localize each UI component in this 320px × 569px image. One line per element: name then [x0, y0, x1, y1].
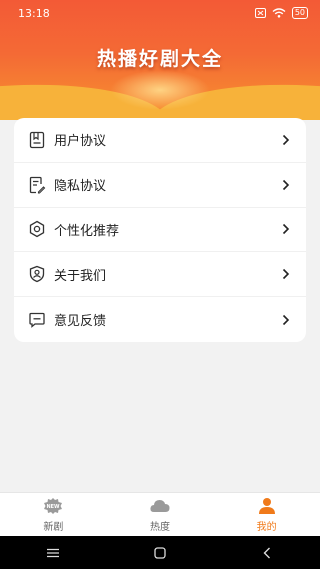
tab-label: 热度	[150, 521, 170, 533]
tab-label: 新剧	[43, 521, 64, 533]
menu-item-label: 关于我们	[54, 268, 107, 284]
chevron-right-icon	[280, 314, 292, 326]
new-badge-icon: NEW	[42, 497, 64, 515]
menu-item-label: 个性化推荐	[54, 223, 120, 239]
sim-icon	[254, 8, 266, 18]
menu-item-user-agreement[interactable]: 用户协议	[14, 118, 306, 163]
tab-mine[interactable]: 我的	[213, 493, 320, 536]
status-icons: 50	[254, 7, 308, 19]
settings-icon	[26, 218, 48, 240]
system-navigation-bar	[0, 536, 320, 569]
home-icon[interactable]	[150, 543, 170, 563]
wifi-icon	[272, 8, 286, 18]
edit-document-icon	[26, 174, 48, 196]
chevron-right-icon	[280, 179, 292, 191]
menu-icon[interactable]	[43, 543, 63, 563]
tab-new-dramas[interactable]: NEW 新剧	[0, 493, 107, 536]
status-bar: 13:18 50	[0, 0, 320, 26]
menu-item-privacy-agreement[interactable]: 隐私协议	[14, 163, 306, 208]
chevron-right-icon	[280, 223, 292, 235]
chevron-right-icon	[280, 268, 292, 280]
menu-item-about-us[interactable]: 关于我们	[14, 252, 306, 298]
menu-item-feedback[interactable]: 意见反馈	[14, 297, 306, 342]
banner-title: 热播好剧大全	[96, 48, 223, 70]
tab-label: 我的	[256, 521, 277, 533]
menu-item-personalized-recommendation[interactable]: 个性化推荐	[14, 208, 306, 253]
chevron-right-icon	[280, 134, 292, 146]
book-glow	[110, 70, 210, 110]
menu-item-label: 隐私协议	[54, 179, 107, 195]
user-shield-icon	[26, 263, 48, 285]
settings-card: 用户协议 隐私协议 个性化推荐 关于我们 意见反馈	[14, 118, 306, 342]
menu-item-label: 用户协议	[54, 134, 107, 150]
tab-popular[interactable]: 热度	[107, 493, 214, 536]
bottom-tab-bar: NEW 新剧 热度 我的	[0, 492, 320, 536]
battery-indicator: 50	[291, 7, 308, 19]
back-icon[interactable]	[257, 543, 277, 563]
menu-item-label: 意见反馈	[54, 314, 107, 330]
person-icon	[256, 497, 278, 515]
cloud-icon	[149, 497, 171, 515]
svg-text:NEW: NEW	[47, 504, 61, 510]
message-icon	[26, 309, 48, 331]
status-time: 13:18	[18, 6, 50, 20]
document-icon	[26, 129, 48, 151]
